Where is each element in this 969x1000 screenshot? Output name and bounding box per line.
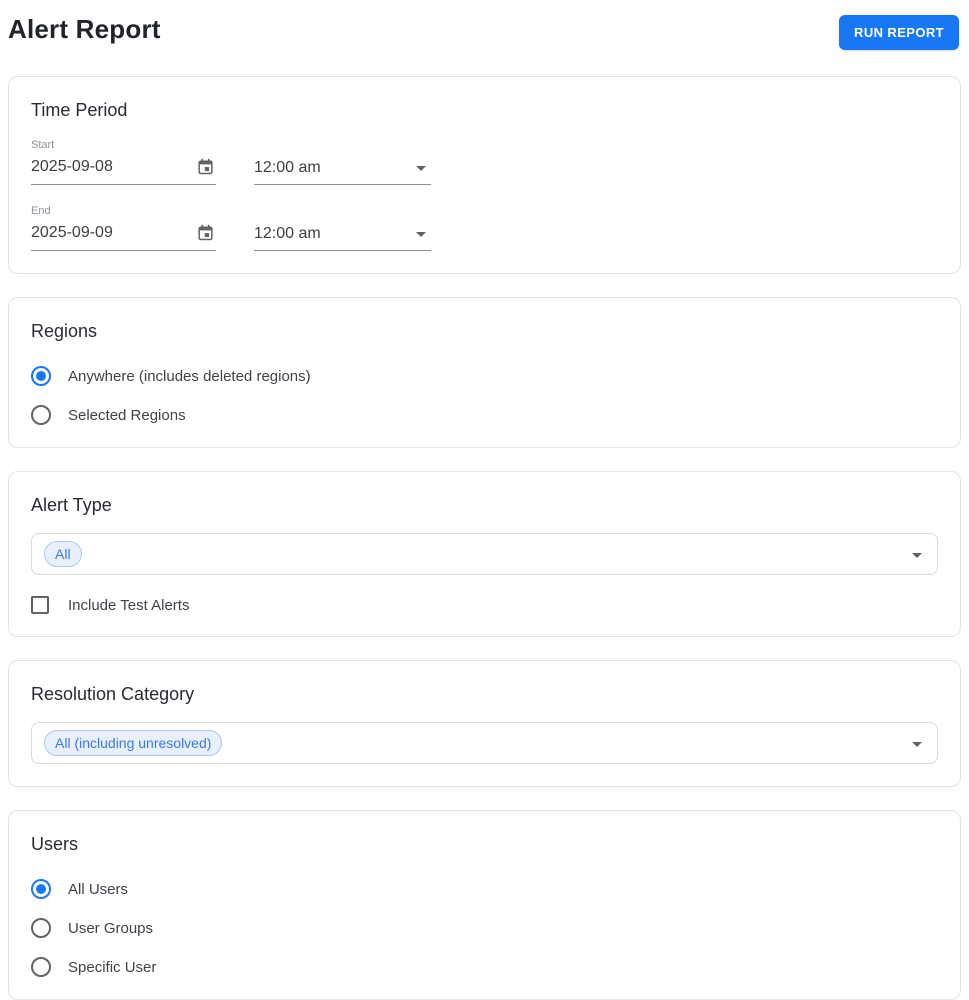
users-card: Users All Users User Groups Specific Use… — [8, 810, 961, 1000]
end-date-value: 2025-09-09 — [31, 223, 113, 241]
radio-label: Specific User — [68, 958, 157, 976]
radio-option-selected-regions[interactable]: Selected Regions — [31, 405, 938, 425]
end-label: End — [31, 205, 51, 217]
radio-option-all-users[interactable]: All Users — [31, 879, 938, 899]
include-test-alerts-row[interactable]: Include Test Alerts — [31, 596, 938, 614]
time-period-card: Time Period Start 2025-09-08 12:00 am En… — [8, 76, 961, 274]
start-time-select[interactable]: 12:00 am — [254, 154, 431, 185]
chevron-down-icon — [912, 742, 922, 747]
radio-icon[interactable] — [31, 918, 51, 938]
regions-title: Regions — [31, 321, 98, 341]
start-time-value: 12:00 am — [254, 159, 321, 176]
start-date-value: 2025-09-08 — [31, 157, 113, 175]
radio-icon[interactable] — [31, 366, 51, 386]
resolution-category-select[interactable]: All (including unresolved) — [31, 722, 938, 764]
alert-type-card: Alert Type All Include Test Alerts — [8, 471, 961, 637]
end-field-group: End 2025-09-09 12:00 am — [31, 205, 938, 251]
page-title: Alert Report — [8, 14, 161, 44]
resolution-category-title: Resolution Category — [31, 684, 195, 704]
regions-card: Regions Anywhere (includes deleted regio… — [8, 297, 961, 448]
alert-type-select[interactable]: All — [31, 533, 938, 575]
start-input-row: 2025-09-08 12:00 am — [31, 151, 938, 185]
end-time-select[interactable]: 12:00 am — [254, 220, 431, 251]
time-period-title: Time Period — [31, 100, 128, 120]
end-date-input[interactable]: 2025-09-09 — [31, 217, 216, 251]
checkbox-icon[interactable] — [31, 596, 49, 614]
resolution-category-chip[interactable]: All (including unresolved) — [44, 730, 223, 756]
chevron-down-icon — [416, 165, 426, 171]
run-report-button[interactable]: RUN REPORT — [839, 15, 959, 50]
end-input-row: 2025-09-09 12:00 am — [31, 217, 938, 251]
page-header: Alert Report RUN REPORT — [8, 8, 961, 50]
alert-type-title: Alert Type — [31, 495, 112, 515]
chevron-down-icon — [416, 231, 426, 237]
radio-icon[interactable] — [31, 405, 51, 425]
radio-label: User Groups — [68, 919, 154, 937]
calendar-icon[interactable] — [195, 156, 216, 177]
radio-label: Anywhere (includes deleted regions) — [68, 367, 311, 385]
end-time-value: 12:00 am — [254, 225, 321, 242]
checkbox-label: Include Test Alerts — [68, 596, 190, 614]
radio-option-user-groups[interactable]: User Groups — [31, 918, 938, 938]
start-field-group: Start 2025-09-08 12:00 am — [31, 139, 938, 185]
radio-option-anywhere[interactable]: Anywhere (includes deleted regions) — [31, 366, 938, 386]
radio-label: Selected Regions — [68, 406, 186, 424]
users-title: Users — [31, 834, 79, 854]
calendar-icon[interactable] — [195, 222, 216, 243]
radio-icon[interactable] — [31, 957, 51, 977]
resolution-category-card: Resolution Category All (including unres… — [8, 660, 961, 787]
alert-type-chip[interactable]: All — [44, 541, 82, 567]
radio-label: All Users — [68, 880, 129, 898]
chevron-down-icon — [912, 553, 922, 558]
radio-option-specific-user[interactable]: Specific User — [31, 957, 938, 977]
radio-icon[interactable] — [31, 879, 51, 899]
start-date-input[interactable]: 2025-09-08 — [31, 151, 216, 185]
start-label: Start — [31, 139, 55, 151]
